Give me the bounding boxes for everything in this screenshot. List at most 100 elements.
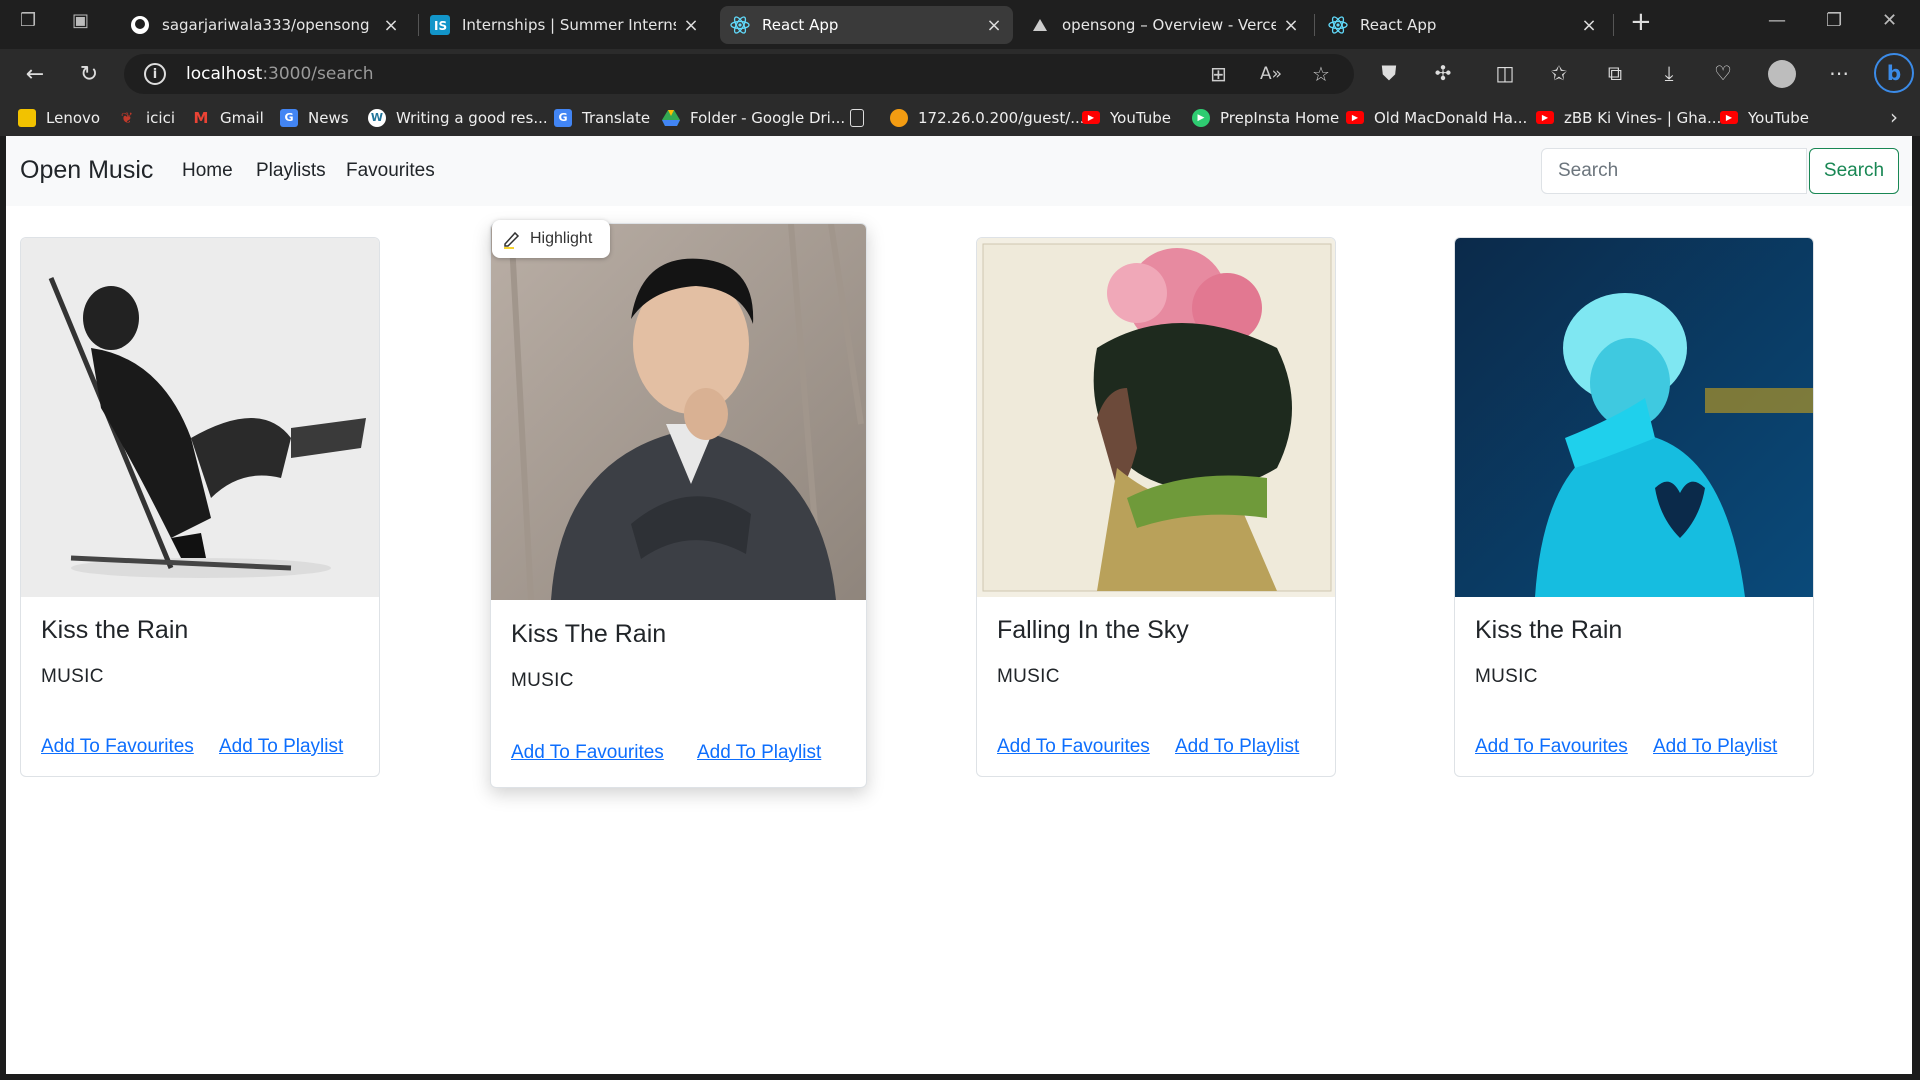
new-tab-button[interactable]: + (1630, 7, 1652, 37)
vercel-icon (1030, 15, 1050, 35)
nav-home[interactable]: Home (182, 160, 233, 182)
search-button[interactable]: Search (1809, 148, 1899, 194)
bookmark-translate[interactable]: G Translate (554, 99, 650, 136)
google-news-icon: G (280, 108, 298, 127)
chevron-right-icon[interactable]: › (1890, 105, 1898, 129)
bookmark-youtube[interactable]: ▶ YouTube (1082, 99, 1171, 136)
favorites-icon[interactable]: ✩ (1546, 61, 1572, 85)
tab-github[interactable]: sagarjariwala333/opensong × (120, 6, 410, 44)
browser-essentials-icon[interactable]: ♡ (1710, 61, 1736, 85)
close-icon[interactable]: × (985, 15, 1003, 36)
browser-tab-strip: ❒ ▣ sagarjariwala333/opensong × IS Inter… (0, 0, 1920, 49)
info-icon[interactable]: i (144, 63, 166, 85)
song-category: MUSIC (1475, 666, 1538, 687)
bookmark-old-macdonald[interactable]: ▶ Old MacDonald Ha... (1346, 99, 1527, 136)
prepinsta-icon: ▶ (1192, 108, 1210, 127)
add-to-favourites-link[interactable]: Add To Favourites (1475, 736, 1628, 758)
tab-vercel[interactable]: opensong – Overview - Vercel × (1020, 6, 1310, 44)
close-icon[interactable]: × (1580, 15, 1598, 36)
svg-text:IS: IS (434, 19, 447, 33)
song-category: MUSIC (41, 666, 104, 687)
close-icon[interactable]: × (382, 15, 400, 36)
tab-title: React App (762, 16, 839, 34)
add-to-playlist-link[interactable]: Add To Playlist (1175, 736, 1299, 758)
back-arrow-icon[interactable]: ← (20, 59, 50, 89)
brand-logo[interactable]: Open Music (20, 156, 153, 185)
add-to-playlist-link[interactable]: Add To Playlist (219, 736, 343, 758)
youtube-icon: ▶ (1536, 111, 1554, 124)
workspaces-icon[interactable]: ❒ (20, 10, 36, 31)
address-bar[interactable]: i localhost:3000/search ⊞ A» ☆ (124, 54, 1354, 94)
add-to-playlist-link[interactable]: Add To Playlist (697, 742, 821, 764)
album-art-cyan-portrait (1455, 238, 1813, 597)
nav-playlists[interactable]: Playlists (256, 160, 326, 182)
app-available-icon[interactable]: ⊞ (1210, 62, 1227, 86)
url-text: localhost:3000/search (186, 64, 374, 84)
google-drive-icon (662, 109, 680, 127)
react-icon (1328, 15, 1348, 35)
profile-avatar[interactable] (1768, 60, 1796, 88)
app-navbar: Open Music Home Playlists Favourites Sea… (6, 136, 1912, 206)
close-icon[interactable]: × (1282, 15, 1300, 36)
extensions-icon[interactable]: ✣ (1430, 61, 1456, 85)
orange-circle-icon (890, 108, 908, 127)
github-icon (130, 15, 150, 35)
bookmark-drive-folder[interactable]: Folder - Google Dri... (662, 99, 845, 136)
song-card: Kiss the Rain MUSIC Add To Favourites Ad… (20, 237, 380, 777)
restore-icon[interactable]: ❐ (1826, 10, 1842, 31)
bookmark-bb-ki-vines[interactable]: ▶ zBB Ki Vines- | Gha... (1536, 99, 1721, 136)
shield-extension-icon[interactable]: ⛊ (1376, 61, 1402, 85)
tab-react-app[interactable]: React App × (1318, 6, 1608, 44)
collections-icon[interactable]: ⧉ (1602, 61, 1628, 85)
tab-react-app-active[interactable]: React App × (720, 6, 1013, 44)
song-category: MUSIC (511, 670, 574, 691)
favorite-star-icon[interactable]: ☆ (1312, 62, 1330, 86)
close-window-icon[interactable]: ✕ (1882, 10, 1897, 31)
song-title: Falling In the Sky (997, 616, 1189, 644)
song-category: MUSIC (997, 666, 1060, 687)
song-title: Kiss The Rain (511, 620, 667, 648)
tab-title: opensong – Overview - Vercel (1062, 16, 1276, 34)
download-icon[interactable]: ⤓ (1656, 61, 1682, 85)
album-art-falling-in-the-sky (977, 238, 1335, 597)
song-title: Kiss the Rain (41, 616, 189, 644)
refresh-icon[interactable]: ↻ (74, 59, 104, 89)
tab-title: Internships | Summer Internship (462, 16, 676, 34)
bookmark-prepinsta[interactable]: ▶ PrepInsta Home (1192, 99, 1339, 136)
bookmark-news[interactable]: G News (280, 99, 349, 136)
more-menu-icon[interactable]: ⋯ (1826, 61, 1852, 85)
react-icon (730, 15, 750, 35)
add-to-playlist-link[interactable]: Add To Playlist (1653, 736, 1777, 758)
document-icon (850, 108, 864, 127)
read-aloud-icon[interactable]: A» (1260, 64, 1282, 84)
browser-toolbar: ← ↻ i localhost:3000/search ⊞ A» ☆ ⛊ ✣ ◫… (0, 49, 1920, 99)
icici-icon: ❦ (120, 108, 134, 127)
bookmark-guest[interactable]: 172.26.0.200/guest/... (890, 99, 1085, 136)
highlight-label: Highlight (530, 230, 593, 247)
bookmark-icici[interactable]: ❦ icici (118, 99, 175, 136)
song-title: Kiss the Rain (1475, 616, 1623, 644)
tab-internshala[interactable]: IS Internships | Summer Internship × (420, 6, 710, 44)
minimize-icon[interactable]: — (1768, 10, 1786, 31)
bookmark-youtube-2[interactable]: ▶ YouTube (1720, 99, 1809, 136)
internshala-icon: IS (430, 15, 450, 35)
song-card: Falling In the Sky MUSIC Add To Favourit… (976, 237, 1336, 777)
youtube-icon: ▶ (1082, 111, 1100, 124)
add-to-favourites-link[interactable]: Add To Favourites (41, 736, 194, 758)
bookmark-gmail[interactable]: M Gmail (192, 99, 264, 136)
search-input[interactable] (1541, 148, 1807, 194)
close-icon[interactable]: × (682, 15, 700, 36)
split-screen-icon[interactable]: ◫ (1492, 61, 1518, 85)
bookmark-writing[interactable]: W Writing a good res... (368, 99, 548, 136)
bookmark-page[interactable] (850, 99, 874, 136)
tab-title: React App (1360, 16, 1437, 34)
add-to-favourites-link[interactable]: Add To Favourites (511, 742, 664, 764)
youtube-icon: ▶ (1720, 111, 1738, 124)
nav-favourites[interactable]: Favourites (346, 160, 435, 182)
tab-actions-icon[interactable]: ▣ (72, 10, 89, 31)
bing-copilot-icon[interactable]: b (1874, 53, 1914, 93)
add-to-favourites-link[interactable]: Add To Favourites (997, 736, 1150, 758)
highlight-button[interactable]: Highlight (492, 220, 610, 258)
bookmark-lenovo[interactable]: Lenovo (18, 99, 100, 136)
youtube-icon: ▶ (1346, 111, 1364, 124)
